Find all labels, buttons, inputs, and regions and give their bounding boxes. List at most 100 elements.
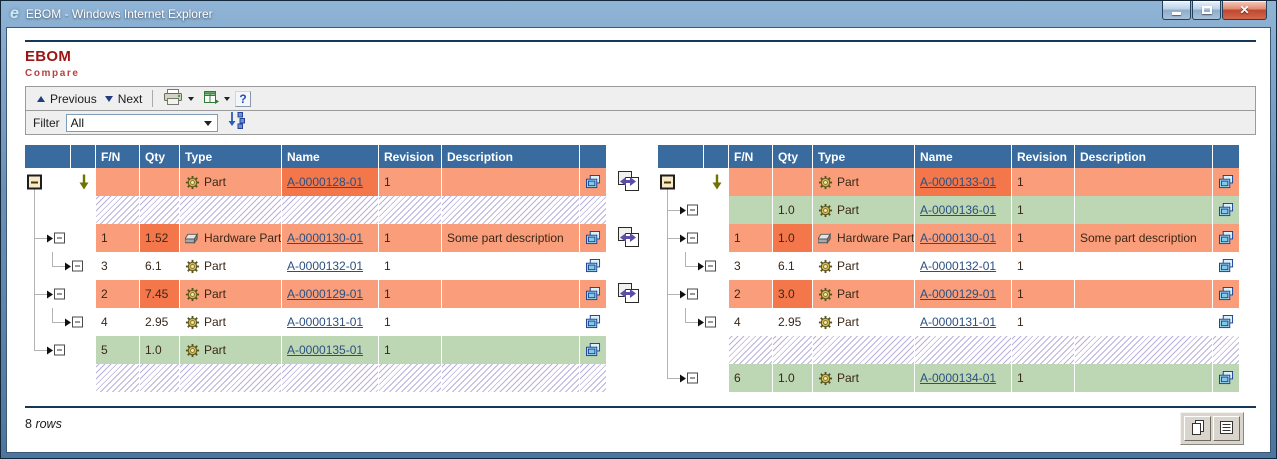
type-label: Part	[837, 203, 859, 217]
tree-line	[34, 336, 35, 350]
hatched-cell	[140, 364, 180, 392]
page-view-button[interactable]	[1184, 416, 1211, 441]
part-name-link[interactable]: A-0000132-01	[920, 259, 996, 273]
part-icon	[185, 315, 200, 330]
collapse-box-icon	[687, 289, 698, 300]
titlebar[interactable]: e EBOM - Windows Internet Explorer ✕	[1, 1, 1276, 27]
fn-cell: 4	[729, 308, 773, 336]
tree-expand-button[interactable]	[680, 373, 698, 384]
tree-expand-button[interactable]	[47, 345, 65, 356]
pages-icon[interactable]	[585, 259, 602, 273]
column-header[interactable]: Revision	[1012, 145, 1075, 168]
pages-icon[interactable]	[1218, 371, 1235, 385]
part-name-link[interactable]: A-0000134-01	[920, 371, 996, 385]
compare-sync-icon[interactable]	[614, 170, 642, 193]
column-header[interactable]: Name	[915, 145, 1012, 168]
part-name-link[interactable]: A-0000135-01	[287, 343, 363, 357]
pages-icon[interactable]	[1218, 175, 1235, 189]
close-button[interactable]: ✕	[1222, 1, 1267, 20]
bom-row: PartA-0000128-011	[25, 168, 607, 196]
part-name-link[interactable]: A-0000132-01	[287, 259, 363, 273]
column-header[interactable]: Type	[813, 145, 915, 168]
fn-cell: 2	[729, 280, 773, 308]
page-subtitle: Compare	[25, 68, 1256, 79]
tree-line	[34, 350, 47, 351]
export-dropdown-arrow[interactable]	[224, 97, 230, 101]
part-name-link[interactable]: A-0000131-01	[920, 315, 996, 329]
column-header[interactable]: Qty	[140, 145, 180, 168]
print-dropdown-arrow[interactable]	[188, 97, 194, 101]
type-cell: Hardware Part	[813, 224, 915, 252]
pages-icon[interactable]	[585, 287, 602, 301]
compare-sync-icon[interactable]	[614, 282, 642, 305]
part-name-link[interactable]: A-0000130-01	[920, 231, 996, 245]
qty-cell: 3.0	[773, 280, 813, 308]
minimize-button[interactable]	[1162, 1, 1191, 20]
ie-window: e EBOM - Windows Internet Explorer ✕ EBO…	[0, 0, 1277, 459]
pages-icon[interactable]	[585, 315, 602, 329]
column-header[interactable]: Name	[282, 145, 379, 168]
hatched-cell	[729, 336, 773, 364]
arrow-right-icon	[65, 318, 71, 326]
arrow-right-icon	[680, 206, 686, 214]
print-button[interactable]	[159, 87, 187, 111]
fn-cell: 1	[729, 224, 773, 252]
tree-cell	[658, 224, 729, 252]
type-cell: Part	[180, 308, 282, 336]
help-button[interactable]: ?	[235, 91, 250, 107]
column-header[interactable]: Description	[442, 145, 580, 168]
pages-icon[interactable]	[1218, 203, 1235, 217]
part-name-link[interactable]: A-0000136-01	[920, 203, 996, 217]
column-header[interactable]: Revision	[379, 145, 442, 168]
pages-icon[interactable]	[1218, 287, 1235, 301]
type-label: Hardware Part	[837, 231, 914, 245]
compare-link-column	[607, 145, 658, 392]
pages-icon[interactable]	[1218, 315, 1235, 329]
column-header[interactable]: F/N	[729, 145, 773, 168]
left-table-header-row: F/NQtyTypeNameRevisionDescription	[25, 145, 607, 168]
tree-expand-button[interactable]	[65, 317, 83, 328]
pages-icon[interactable]	[585, 175, 602, 189]
column-header[interactable]: Qty	[773, 145, 813, 168]
tree-expand-button[interactable]	[698, 317, 716, 328]
compare-sync-icon[interactable]	[614, 226, 642, 249]
column-header[interactable]: Type	[180, 145, 282, 168]
tree-expand-button[interactable]	[680, 289, 698, 300]
next-button[interactable]: Next	[101, 90, 147, 108]
pages-icon[interactable]	[1218, 259, 1235, 273]
part-name-link[interactable]: A-0000129-01	[920, 287, 996, 301]
filter-select[interactable]: All	[66, 114, 218, 132]
tree-expand-button[interactable]	[698, 261, 716, 272]
list-view-button[interactable]	[1213, 416, 1240, 441]
tree-collapse-button[interactable]	[660, 175, 675, 190]
part-icon	[185, 259, 200, 274]
expand-all-levels-button[interactable]	[227, 111, 246, 134]
part-name-link[interactable]: A-0000128-01	[287, 175, 363, 189]
revision-cell: 1	[1012, 196, 1075, 224]
tree-cell	[25, 308, 96, 336]
part-name-link[interactable]: A-0000131-01	[287, 315, 363, 329]
type-cell: Part	[813, 364, 915, 392]
maximize-button[interactable]	[1192, 1, 1221, 20]
hardware-part-icon	[818, 233, 833, 244]
tree-collapse-button[interactable]	[27, 175, 42, 190]
export-button[interactable]	[199, 88, 223, 110]
pages-icon[interactable]	[585, 343, 602, 357]
pages-icon[interactable]	[1218, 231, 1235, 245]
name-cell: A-0000129-01	[282, 280, 379, 308]
part-name-link[interactable]: A-0000133-01	[920, 175, 996, 189]
column-header[interactable]: Description	[1075, 145, 1213, 168]
right-table-header-row: F/NQtyTypeNameRevisionDescription	[658, 145, 1240, 168]
tree-expand-button[interactable]	[47, 233, 65, 244]
previous-button[interactable]: Previous	[33, 90, 101, 108]
tree-expand-button[interactable]	[47, 289, 65, 300]
tree-expand-button[interactable]	[680, 233, 698, 244]
tree-expand-button[interactable]	[680, 205, 698, 216]
part-name-link[interactable]: A-0000130-01	[287, 231, 363, 245]
placeholder-row	[658, 336, 1240, 364]
arrow-right-icon	[680, 290, 686, 298]
pages-icon[interactable]	[585, 231, 602, 245]
column-header[interactable]: F/N	[96, 145, 140, 168]
tree-expand-button[interactable]	[65, 261, 83, 272]
part-name-link[interactable]: A-0000129-01	[287, 287, 363, 301]
